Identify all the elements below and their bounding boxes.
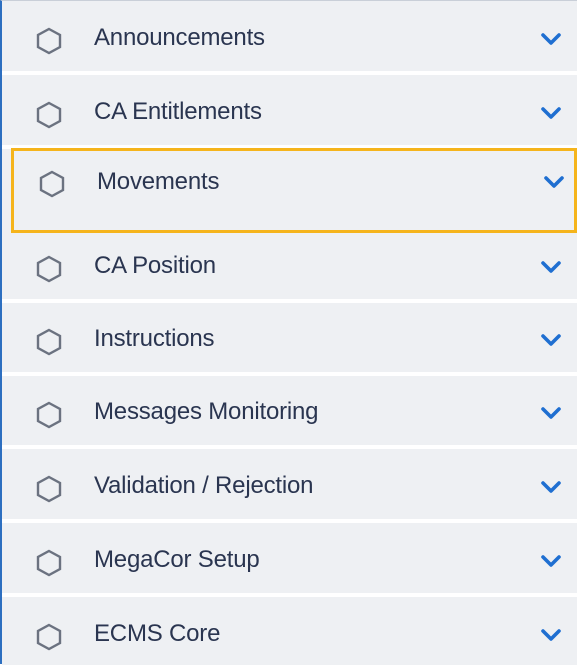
menu-item-ecms-core[interactable]: ECMS Core [2,601,577,665]
hexagon-icon [39,170,65,198]
menu-item-instructions[interactable]: Instructions [2,306,577,376]
menu-item-label: Instructions [94,325,215,352]
menu-item-ca-position[interactable]: CA Position [2,233,577,303]
chevron-down-icon[interactable] [540,405,562,421]
hexagon-icon [36,101,62,129]
chevron-down-icon[interactable] [540,627,562,643]
chevron-down-icon[interactable] [543,174,565,190]
sidebar-menu: Announcements CA Entitlements Movements … [0,0,577,665]
menu-item-label: ECMS Core [94,620,221,647]
hexagon-icon [36,401,62,429]
hexagon-icon [36,549,62,577]
hexagon-icon [36,623,62,651]
menu-item-label: Announcements [94,24,265,51]
menu-item-messages-monitoring[interactable]: Messages Monitoring [2,379,577,449]
hexagon-icon [36,255,62,283]
chevron-down-icon[interactable] [540,553,562,569]
menu-item-megacor-setup[interactable]: MegaCor Setup [2,527,577,597]
menu-item-label: Validation / Rejection [94,472,314,499]
hexagon-icon [36,475,62,503]
hexagon-icon [36,328,62,356]
chevron-down-icon[interactable] [540,332,562,348]
menu-item-label: Messages Monitoring [94,398,319,425]
menu-item-label: CA Entitlements [94,98,262,125]
menu-item-label: Movements [97,168,220,195]
chevron-down-icon[interactable] [540,31,562,47]
menu-item-label: CA Position [94,252,216,279]
menu-item-announcements[interactable]: Announcements [2,5,577,75]
chevron-down-icon[interactable] [540,259,562,275]
menu-item-validation-rejection[interactable]: Validation / Rejection [2,453,577,523]
menu-item-label: MegaCor Setup [94,546,260,573]
menu-item-ca-entitlements[interactable]: CA Entitlements [2,79,577,149]
menu-item-movements[interactable]: Movements [11,148,577,233]
chevron-down-icon[interactable] [540,479,562,495]
chevron-down-icon[interactable] [540,105,562,121]
hexagon-icon [36,27,62,55]
